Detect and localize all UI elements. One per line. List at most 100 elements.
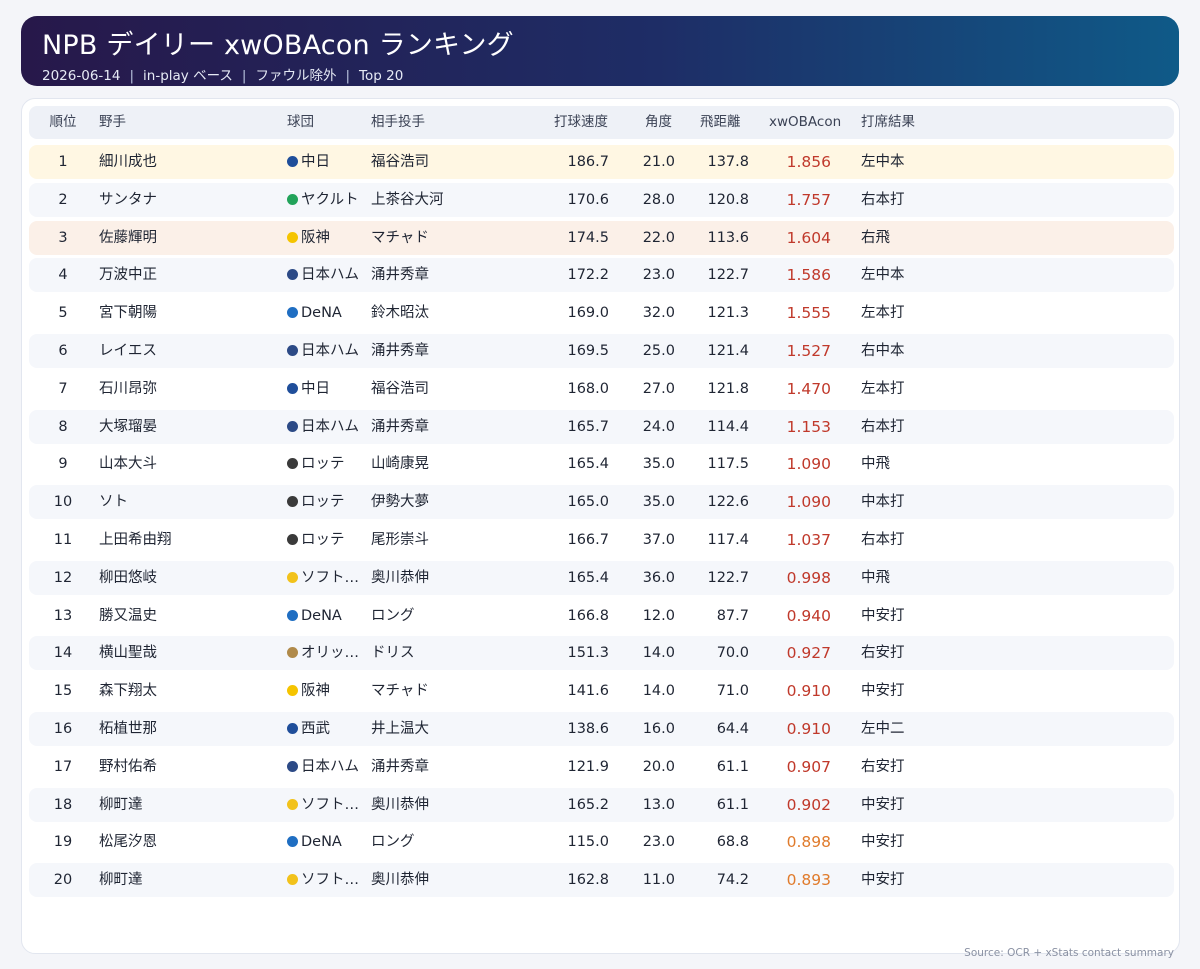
cell-result: 中飛 [861,456,890,473]
cell-distance: 61.1 [716,796,749,813]
cell-rank: 17 [53,758,73,775]
table-row[interactable]: 14 横山聖哉 オリッ… ドリス 151.3 14.0 70.0 0.927 右安打 [29,636,1174,671]
column-header-distance[interactable]: 飛距離 [700,106,741,139]
table-row[interactable]: 3 佐藤輝明 阪神 マチャド 174.5 22.0 113.6 1.604 右飛 [29,220,1174,255]
page-title: NPB デイリー xwOBAcon ランキング [42,30,514,61]
cell-xwoba: 1.555 [786,304,831,323]
team-color-dot-icon [287,269,298,281]
cell-result: 左中本 [861,267,905,284]
cell-angle: 27.0 [642,380,675,397]
table-row[interactable]: 4 万波中正 日本ハム 涌井秀章 172.2 23.0 122.7 1.586 左中本 [29,258,1174,293]
cell-team: 中日 [287,145,330,179]
cell-player: 柳町達 [99,796,143,813]
cell-player: 横山聖哉 [99,645,157,662]
table-row[interactable]: 8 大塚瑠晏 日本ハム 涌井秀章 165.7 24.0 114.4 1.153 右本打 [29,409,1174,444]
column-header-pitcher[interactable]: 相手投手 [371,106,425,139]
table-row[interactable]: 19 松尾汐恩 DeNA ロング 115.0 23.0 68.8 0.898 中安打 [29,825,1174,860]
cell-distance: 87.7 [716,607,749,624]
cell-rank: 20 [53,872,73,889]
column-header-player[interactable]: 野手 [99,106,126,139]
cell-team: 西武 [287,712,330,746]
cell-rank: 18 [53,796,73,813]
cell-angle: 11.0 [642,872,675,889]
cell-xwoba: 0.910 [786,682,831,701]
cell-player: 石川昂弥 [99,380,157,397]
team-color-dot-icon [287,723,298,734]
cell-speed: 174.5 [567,229,609,246]
cell-team-name: 日本ハム [301,343,359,359]
cell-rank: 10 [53,494,73,511]
cell-result: 中安打 [861,872,905,889]
cell-player: 万波中正 [99,267,157,284]
cell-team: DeNA [287,599,342,633]
cell-rank: 16 [53,721,73,737]
cell-xwoba: 1.527 [786,342,831,360]
column-header-team[interactable]: 球団 [287,106,314,139]
table-row[interactable]: 12 柳田悠岐 ソフト… 奥川恭伸 165.4 36.0 122.7 0.998 中飛 [29,560,1174,595]
table-row[interactable]: 7 石川昂弥 中日 福谷浩司 168.0 27.0 121.8 1.470 左本打 [29,371,1174,406]
column-header-angle[interactable]: 角度 [645,106,672,139]
cell-result: 右安打 [861,645,905,662]
cell-player: 山本大斗 [99,456,157,473]
column-header-result[interactable]: 打席結果 [861,106,915,139]
cell-team: ソフト… [287,788,359,822]
cell-player: 大塚瑠晏 [99,418,157,435]
cell-result: 中安打 [861,796,905,813]
cell-speed: 165.7 [567,418,609,435]
table-row[interactable]: 10 ソト ロッテ 伊勢大夢 165.0 35.0 122.6 1.090 中本打 [29,485,1174,520]
cell-distance: 74.2 [716,872,749,889]
cell-rank: 15 [53,683,73,700]
cell-pitcher: 涌井秀章 [371,418,429,435]
cell-angle: 35.0 [642,456,675,473]
cell-xwoba: 0.902 [786,795,831,814]
table-row[interactable]: 2 サンタナ ヤクルト 上茶谷大河 170.6 28.0 120.8 1.757 右本打 [29,182,1174,217]
column-header-xwoba[interactable]: xwOBAcon [769,106,841,139]
table-row[interactable]: 17 野村佑希 日本ハム 涌井秀章 121.9 20.0 61.1 0.907 右安打 [29,749,1174,784]
cell-team: DeNA [287,825,342,859]
column-header-speed[interactable]: 打球速度 [554,106,608,139]
cell-player: 佐藤輝明 [99,229,157,246]
cell-pitcher: 涌井秀章 [371,758,429,775]
cell-pitcher: 伊勢大夢 [371,494,429,511]
cell-speed: 151.3 [567,645,609,662]
cell-result: 右本打 [861,532,905,548]
table-row[interactable]: 15 森下翔太 阪神 マチャド 141.6 14.0 71.0 0.910 中安打 [29,674,1174,709]
cell-xwoba: 1.856 [786,153,831,171]
cell-rank: 14 [53,645,73,662]
cell-speed: 166.8 [567,607,609,624]
cell-player: 勝又温史 [99,607,157,624]
column-header-rank[interactable]: 順位 [29,106,97,139]
table-row[interactable]: 16 柘植世那 西武 井上温大 138.6 16.0 64.4 0.910 左中二 [29,712,1174,746]
cell-angle: 23.0 [642,834,675,851]
cell-result: 中飛 [861,569,890,586]
cell-player: 松尾汐恩 [99,834,157,851]
cell-speed: 186.7 [567,154,609,170]
cell-player: 細川成也 [99,154,157,170]
cell-team-name: ヤクルト [301,191,359,208]
table-row[interactable]: 18 柳町達 ソフト… 奥川恭伸 165.2 13.0 61.1 0.902 中安打 [29,787,1174,822]
cell-pitcher: 奥川恭伸 [371,569,429,586]
cell-team: ロッテ [287,447,345,481]
team-color-dot-icon [287,345,298,356]
cell-team: DeNA [287,296,342,330]
table-row[interactable]: 13 勝又温史 DeNA ロング 166.8 12.0 87.7 0.940 中安打 [29,598,1174,633]
cell-distance: 70.0 [716,645,749,662]
team-color-dot-icon [287,571,298,583]
cell-xwoba: 1.090 [786,493,831,512]
table-row[interactable]: 20 柳町達 ソフト… 奥川恭伸 162.8 11.0 74.2 0.893 中安打 [29,863,1174,898]
cell-result: 左中二 [861,721,905,737]
cell-distance: 61.1 [716,758,749,775]
table-row[interactable]: 1 細川成也 中日 福谷浩司 186.7 21.0 137.8 1.856 左中本 [29,145,1174,179]
cell-distance: 71.0 [716,683,749,700]
subtitle-date: 2026-06-14 [42,68,121,84]
subtitle-separator: | [241,68,247,84]
table-row[interactable]: 11 上田希由翔 ロッテ 尾形崇斗 166.7 37.0 117.4 1.037 右本打 [29,523,1174,557]
subtitle-separator: | [129,68,135,84]
table-row[interactable]: 6 レイエス 日本ハム 涌井秀章 169.5 25.0 121.4 1.527 右中本 [29,334,1174,368]
table-row[interactable]: 5 宮下朝陽 DeNA 鈴木昭汰 169.0 32.0 121.3 1.555 左本打 [29,296,1174,331]
cell-distance: 113.6 [707,229,749,246]
cell-rank: 7 [58,380,68,397]
cell-xwoba: 1.604 [786,228,831,247]
cell-angle: 28.0 [642,191,675,208]
table-row[interactable]: 9 山本大斗 ロッテ 山崎康晃 165.4 35.0 117.5 1.090 中飛 [29,447,1174,482]
